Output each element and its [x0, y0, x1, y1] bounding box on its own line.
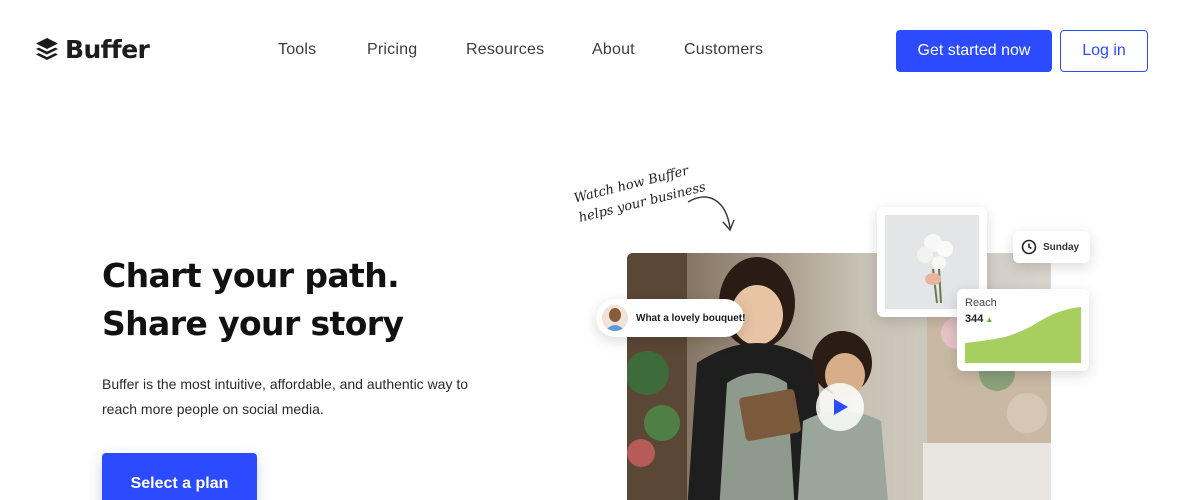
- schedule-day-card: Sunday: [1013, 231, 1090, 263]
- buffer-logo[interactable]: Buffer: [35, 35, 150, 64]
- nav-tools[interactable]: Tools: [278, 41, 316, 59]
- comment-text: What a lovely bouquet!: [636, 312, 746, 324]
- clock-icon: [1021, 239, 1037, 255]
- comment-bubble: What a lovely bouquet!: [596, 299, 746, 337]
- hero-title-line1: Chart your path.: [102, 256, 400, 295]
- hero-title-line2: Share your story: [102, 304, 404, 343]
- get-started-button[interactable]: Get started now: [896, 30, 1052, 72]
- nav-pricing[interactable]: Pricing: [367, 41, 417, 59]
- day-label: Sunday: [1043, 241, 1080, 253]
- hero-title: Chart your path. Share your story: [102, 252, 404, 348]
- play-icon: [834, 399, 848, 415]
- nav-about[interactable]: About: [592, 41, 635, 59]
- nav-resources[interactable]: Resources: [466, 41, 544, 59]
- hero-description: Buffer is the most intuitive, affordable…: [102, 376, 469, 417]
- login-button[interactable]: Log in: [1060, 30, 1148, 72]
- buffer-logo-icon: [36, 37, 58, 60]
- nav-customers[interactable]: Customers: [684, 41, 763, 59]
- select-plan-button[interactable]: Select a plan: [102, 453, 257, 500]
- reach-stats-card: Reach 344 ▲: [957, 289, 1089, 371]
- curved-arrow-icon: [687, 196, 735, 232]
- reach-area-graph: [965, 307, 1081, 363]
- avatar: [602, 305, 628, 331]
- logo-text: Buffer: [65, 35, 150, 64]
- play-button[interactable]: [816, 383, 864, 431]
